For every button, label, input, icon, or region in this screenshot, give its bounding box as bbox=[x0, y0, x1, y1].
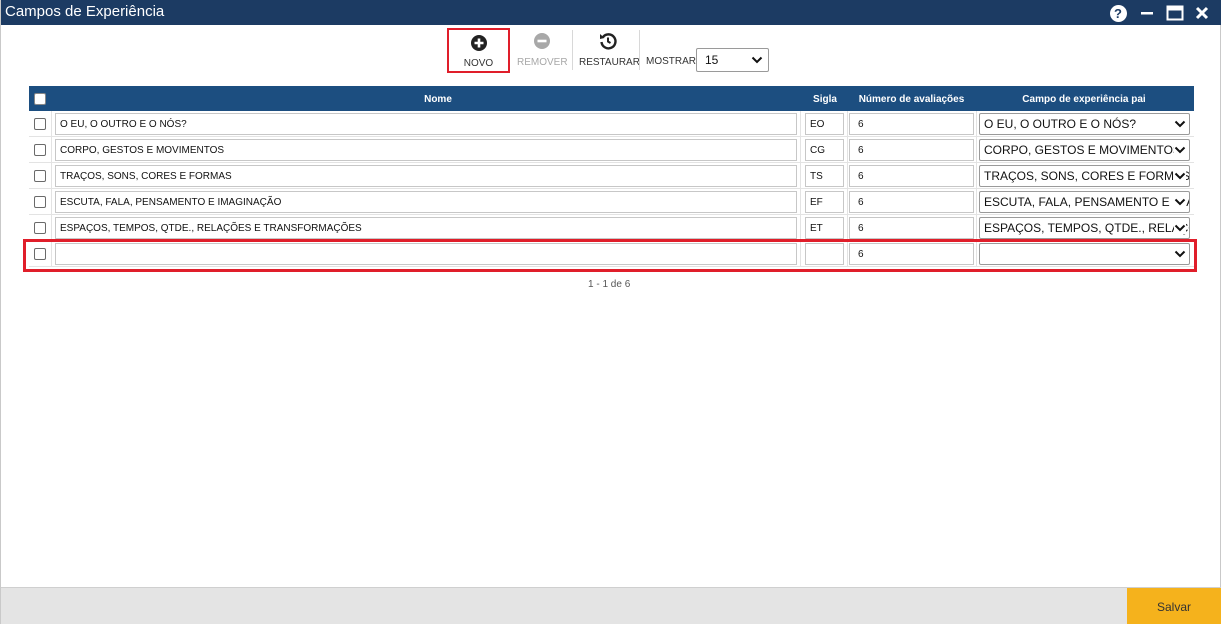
campo-pai-value: O EU, O OUTRO E O NÓS? bbox=[984, 117, 1137, 131]
footer-bar: Salvar bbox=[1, 587, 1221, 624]
novo-label: NOVO bbox=[463, 58, 494, 69]
campo-pai-value: CORPO, GESTOS E MOVIMENTOS bbox=[984, 143, 1181, 157]
row-checkbox[interactable] bbox=[34, 222, 46, 234]
row-checkbox[interactable] bbox=[34, 170, 46, 182]
new-row-highlight bbox=[23, 239, 1197, 272]
chevron-down-icon bbox=[751, 56, 763, 64]
sigla-input[interactable]: TS bbox=[805, 165, 844, 187]
numero-avaliacoes-input[interactable]: 6 bbox=[849, 113, 974, 135]
table-row: O EU, O OUTRO E O NÓS? EO 6 O EU, O OUTR… bbox=[29, 111, 1194, 137]
nome-input[interactable]: ESPAÇOS, TEMPOS, QTDE., RELAÇÕES E TRANS… bbox=[55, 217, 797, 239]
campo-pai-value: TRAÇOS, SONS, CORES E FORMAS bbox=[984, 169, 1190, 183]
sigla-input[interactable]: CG bbox=[805, 139, 844, 161]
title-bar: Campos de Experiência ? bbox=[1, 0, 1221, 25]
close-icon[interactable] bbox=[1192, 3, 1212, 23]
grid-header: Nome Sigla Número de avaliações Campo de… bbox=[29, 86, 1194, 111]
restaurar-label: RESTAURAR bbox=[579, 57, 640, 68]
toolbar-divider bbox=[572, 30, 573, 70]
chevron-down-icon bbox=[1174, 222, 1186, 234]
novo-button[interactable]: NOVO bbox=[447, 28, 510, 73]
chevron-down-icon bbox=[1174, 196, 1186, 208]
save-button[interactable]: Salvar bbox=[1127, 588, 1221, 624]
header-sigla[interactable]: Sigla bbox=[805, 94, 845, 105]
nome-input[interactable]: O EU, O OUTRO E O NÓS? bbox=[55, 113, 797, 135]
sigla-input[interactable]: ET bbox=[805, 217, 844, 239]
plus-circle-icon bbox=[470, 35, 487, 51]
nome-input[interactable]: TRAÇOS, SONS, CORES E FORMAS bbox=[55, 165, 797, 187]
table-row: TRAÇOS, SONS, CORES E FORMAS TS 6 TRAÇOS… bbox=[29, 163, 1194, 189]
remover-button[interactable]: REMOVER bbox=[517, 28, 568, 73]
numero-avaliacoes-input[interactable]: 6 bbox=[849, 139, 974, 161]
pagination-info: 1 - 1 de 6 bbox=[588, 279, 631, 290]
row-checkbox[interactable] bbox=[34, 144, 46, 156]
nome-input[interactable]: ESCUTA, FALA, PENSAMENTO E IMAGINAÇÃO bbox=[55, 191, 797, 213]
campo-pai-select[interactable]: ESPAÇOS, TEMPOS, QTDE., RELAÇÕES I bbox=[979, 217, 1190, 239]
numero-avaliacoes-input[interactable]: 6 bbox=[849, 165, 974, 187]
numero-avaliacoes-input[interactable]: 6 bbox=[849, 217, 974, 239]
maximize-icon[interactable] bbox=[1165, 3, 1185, 23]
table-row: ESPAÇOS, TEMPOS, QTDE., RELAÇÕES E TRANS… bbox=[29, 215, 1194, 241]
campo-pai-select[interactable]: O EU, O OUTRO E O NÓS? bbox=[979, 113, 1190, 135]
row-checkbox[interactable] bbox=[34, 196, 46, 208]
page-size-select[interactable]: 15 bbox=[696, 48, 769, 72]
table-row: CORPO, GESTOS E MOVIMENTOS CG 6 CORPO, G… bbox=[29, 137, 1194, 163]
remover-label: REMOVER bbox=[517, 57, 568, 68]
page-size-value: 15 bbox=[705, 53, 719, 67]
chevron-down-icon bbox=[1174, 170, 1186, 182]
header-campo-pai[interactable]: Campo de experiência pai bbox=[975, 94, 1193, 105]
sigla-input[interactable]: EF bbox=[805, 191, 844, 213]
numero-avaliacoes-input[interactable]: 6 bbox=[849, 191, 974, 213]
window-title: Campos de Experiência bbox=[5, 3, 165, 20]
nome-input[interactable]: CORPO, GESTOS E MOVIMENTOS bbox=[55, 139, 797, 161]
toolbar: NOVO REMOVER RESTAURAR MOSTRAR: 15 bbox=[1, 28, 1221, 73]
campo-pai-select[interactable]: ESCUTA, FALA, PENSAMENTO E IMAGI bbox=[979, 191, 1190, 213]
help-icon[interactable]: ? bbox=[1108, 3, 1128, 23]
table-row: ESCUTA, FALA, PENSAMENTO E IMAGINAÇÃO EF… bbox=[29, 189, 1194, 215]
header-nome[interactable]: Nome bbox=[53, 94, 823, 105]
campo-pai-value: ESPAÇOS, TEMPOS, QTDE., RELAÇÕES I bbox=[984, 221, 1189, 235]
chevron-down-icon bbox=[1174, 144, 1186, 156]
chevron-down-icon bbox=[1174, 118, 1186, 130]
toolbar-divider bbox=[639, 30, 640, 70]
select-all-checkbox[interactable] bbox=[34, 93, 46, 105]
campo-pai-select[interactable]: TRAÇOS, SONS, CORES E FORMAS bbox=[979, 165, 1190, 187]
restore-icon bbox=[600, 33, 617, 50]
campo-pai-select[interactable]: CORPO, GESTOS E MOVIMENTOS bbox=[979, 139, 1190, 161]
sigla-input[interactable]: EO bbox=[805, 113, 844, 135]
restaurar-button[interactable]: RESTAURAR bbox=[579, 28, 640, 73]
header-numero-avaliacoes[interactable]: Número de avaliações bbox=[849, 94, 974, 105]
campo-pai-value: ESCUTA, FALA, PENSAMENTO E IMAGI bbox=[984, 195, 1190, 209]
row-checkbox[interactable] bbox=[34, 118, 46, 130]
campos-experiencia-window: Campos de Experiência ? NOVO REMOVER RES… bbox=[0, 0, 1221, 624]
mostrar-label: MOSTRAR: bbox=[646, 56, 699, 67]
minus-circle-icon bbox=[534, 33, 550, 49]
minimize-icon[interactable] bbox=[1137, 3, 1157, 23]
